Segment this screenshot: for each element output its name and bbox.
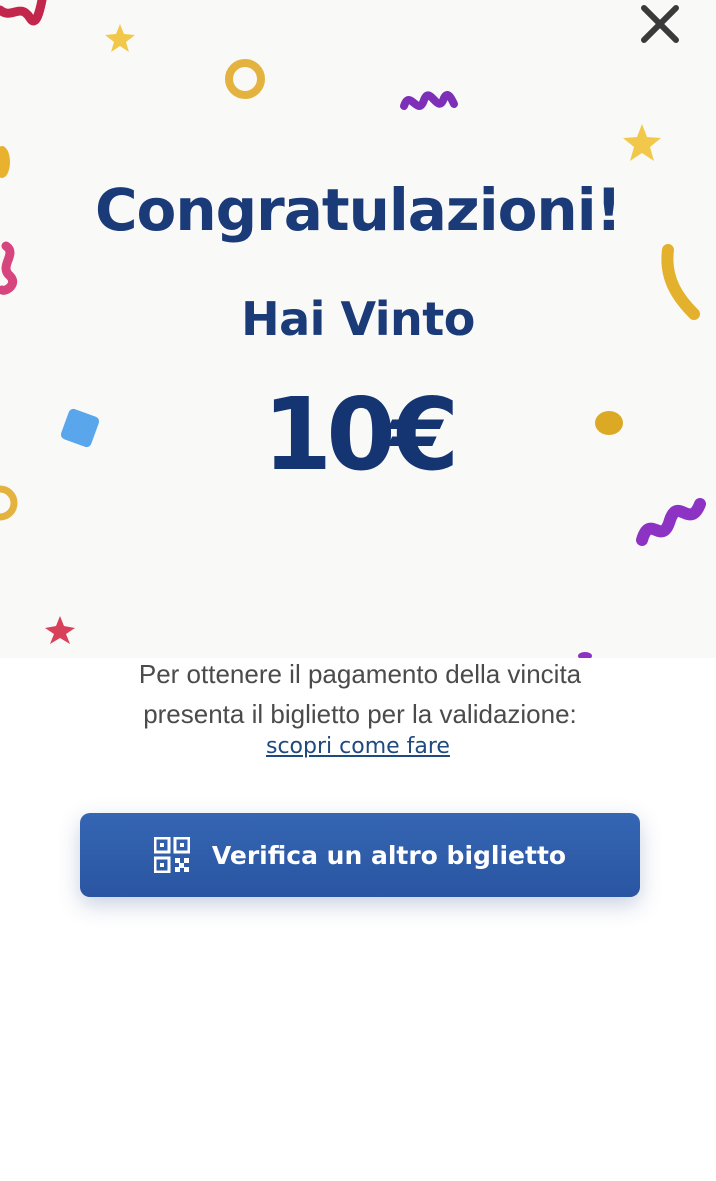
payment-instructions: Per ottenere il pagamento della vincita …: [60, 654, 660, 734]
close-icon: [641, 5, 679, 43]
instructions-line-2: presenta il biglietto per la validazione…: [143, 699, 577, 729]
verify-button-label: Verifica un altro biglietto: [211, 840, 567, 870]
verify-another-ticket-button[interactable]: Verifica un altro biglietto: [80, 813, 640, 897]
qr-code-icon: [153, 837, 190, 873]
how-to-link[interactable]: scopri come fare: [0, 734, 716, 759]
win-amount: 10€: [262, 376, 460, 493]
celebration-hero: Congratulazioni! Hai Vinto 10€: [0, 0, 716, 658]
close-button[interactable]: [638, 2, 682, 46]
instructions-line-1: Per ottenere il pagamento della vincita: [138, 659, 582, 689]
win-subtitle: Hai Vinto: [241, 292, 475, 346]
congratulations-title: Congratulazioni!: [94, 176, 622, 244]
